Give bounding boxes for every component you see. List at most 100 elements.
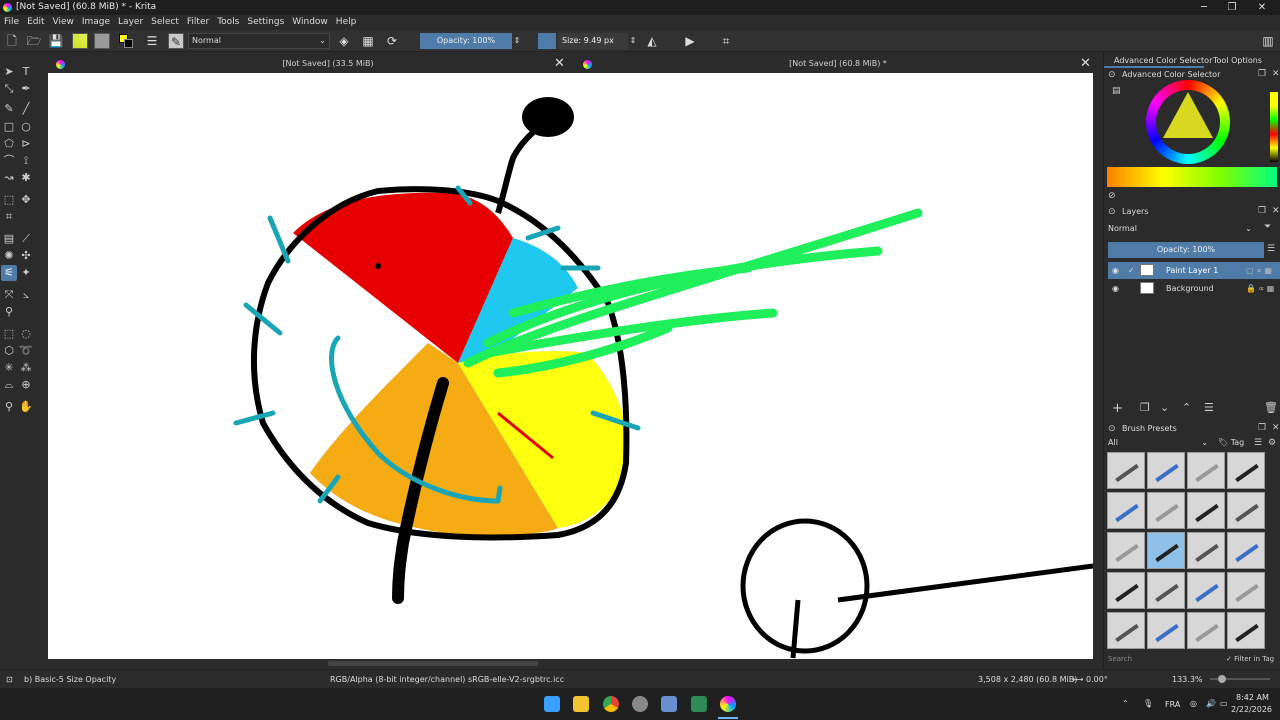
visibility-eye-icon[interactable]: ◉ xyxy=(1112,280,1119,297)
chrome-icon[interactable] xyxy=(603,696,619,712)
brush-view-icon[interactable]: ☰ xyxy=(1254,438,1262,448)
brush-preset-tile[interactable] xyxy=(1107,532,1145,569)
file-explorer-icon[interactable] xyxy=(573,696,589,712)
brush-preset-tile[interactable] xyxy=(1227,572,1265,609)
menu-window[interactable]: Window xyxy=(288,15,332,27)
panel-lock-icon[interactable]: ⊙ xyxy=(1108,70,1116,80)
menu-file[interactable]: File xyxy=(0,15,23,27)
zoom-label[interactable]: 133.3% xyxy=(1172,675,1203,684)
tab-advanced-color-selector[interactable]: Advanced Color Selector xyxy=(1114,56,1212,65)
tray-chevron-icon[interactable]: ⌃ xyxy=(1122,699,1129,708)
color-triangle[interactable] xyxy=(1163,92,1213,138)
text-tool-icon[interactable]: T xyxy=(18,64,34,80)
move-tool-icon[interactable]: ✥ xyxy=(18,192,34,208)
brush-preset-tile[interactable] xyxy=(1147,532,1185,569)
gradient-tool-icon[interactable]: ▤ xyxy=(1,231,17,247)
layer-properties-icon[interactable]: ☰ xyxy=(1204,401,1214,414)
freehand-select-icon[interactable]: ➰ xyxy=(18,343,34,359)
brush-settings-icon[interactable]: ⚙ xyxy=(1268,438,1276,448)
language-indicator[interactable]: FRA xyxy=(1165,700,1180,709)
ellipse-select-icon[interactable]: ◌ xyxy=(18,326,34,342)
rotation-label[interactable]: 0.00° xyxy=(1086,675,1108,684)
similar-select-icon[interactable]: ⁂ xyxy=(18,360,34,376)
tab-tool-options[interactable]: Tool Options xyxy=(1213,56,1262,65)
polygon-tool-icon[interactable]: ⬠ xyxy=(1,136,17,152)
app-icon[interactable] xyxy=(632,696,648,712)
brush-preset-tile[interactable] xyxy=(1187,572,1225,609)
brush-preset-tile[interactable] xyxy=(1227,612,1265,649)
brush-preset-tile[interactable] xyxy=(1107,492,1145,529)
move-up-icon[interactable]: ⌃ xyxy=(1182,401,1191,414)
brush-preset-tile[interactable] xyxy=(1107,572,1145,609)
pan-tool-icon[interactable]: ✋ xyxy=(18,399,34,415)
tag-button[interactable]: 🏷 Tag xyxy=(1218,438,1244,447)
filter-in-tag-checkbox[interactable]: ✓ Filter in Tag xyxy=(1226,655,1274,663)
edit-shapes-icon[interactable]: ⤡ xyxy=(1,81,17,97)
checkbox-icon[interactable]: ✓ xyxy=(1128,262,1135,279)
brush-filter-select[interactable]: All ⌄ xyxy=(1108,438,1210,450)
measure-tool-icon[interactable]: ⤧ xyxy=(1,287,17,303)
menu-edit[interactable]: Edit xyxy=(23,15,48,27)
brush-preset-tile[interactable] xyxy=(1107,612,1145,649)
angle-tool-icon[interactable]: ⦣ xyxy=(18,287,34,303)
menu-settings[interactable]: Settings xyxy=(243,15,288,27)
duplicate-layer-icon[interactable]: ❐ xyxy=(1140,401,1150,414)
mirror-vertical-icon[interactable]: ▶ xyxy=(682,33,698,49)
brush-search-input[interactable]: Search xyxy=(1108,655,1132,663)
close-panel-icon[interactable]: ✕ xyxy=(1272,423,1280,433)
close-panel-icon[interactable]: ✕ xyxy=(1272,206,1280,216)
eraser-icon[interactable]: ◈ xyxy=(336,33,352,49)
color-shades-bar[interactable] xyxy=(1107,167,1277,187)
float-panel-icon[interactable]: ❐ xyxy=(1258,423,1266,433)
polyline-tool-icon[interactable]: ⊳ xyxy=(18,136,34,152)
brush-preset-tile[interactable] xyxy=(1227,532,1265,569)
multibrush-icon[interactable]: ✱ xyxy=(18,170,34,186)
brush-settings-icon[interactable]: ☰ xyxy=(144,33,160,49)
menu-help[interactable]: Help xyxy=(332,15,361,27)
line-tool-icon[interactable]: ╱ xyxy=(18,101,34,117)
clock-time[interactable]: 8:42 AM xyxy=(1236,693,1269,702)
color-picker-icon[interactable]: ⟋ xyxy=(18,231,34,247)
brush-preset-icon[interactable]: ✎ xyxy=(168,33,184,49)
wrap-crop-icon[interactable]: ⌗ xyxy=(718,33,734,49)
menu-select[interactable]: Select xyxy=(147,15,183,27)
freehand-brush-icon[interactable]: ✎ xyxy=(1,101,17,117)
opacity-slider[interactable]: Opacity: 100% xyxy=(420,33,512,49)
close-window-button[interactable]: ✕ xyxy=(1248,0,1276,15)
layers-lock-icon[interactable]: ⊙ xyxy=(1108,207,1116,217)
calligraphy-icon[interactable]: ✒ xyxy=(18,81,34,97)
brush-preset-tile[interactable] xyxy=(1147,492,1185,529)
fg-bg-color-icon[interactable] xyxy=(118,33,134,49)
close-tab-2-icon[interactable]: ✕ xyxy=(1080,56,1091,71)
freehand-path-icon[interactable]: ⟟ xyxy=(18,153,34,169)
layer-opacity-slider[interactable]: Opacity: 100% xyxy=(1108,242,1264,258)
layer-lock-icon[interactable]: 🔒 ∝ ▦ xyxy=(1246,280,1274,297)
brush-preset-tile[interactable] xyxy=(1107,452,1145,489)
menu-tools[interactable]: Tools xyxy=(213,15,243,27)
app-icon[interactable] xyxy=(661,696,677,712)
opacity-spin-icon[interactable]: ⇕ xyxy=(512,33,522,49)
zoom-tool-icon[interactable]: ⚲ xyxy=(1,399,17,415)
network-icon[interactable]: ◎ xyxy=(1190,699,1197,708)
open-document-icon[interactable]: 🗁 xyxy=(26,33,42,49)
brush-preset-tile[interactable] xyxy=(1147,572,1185,609)
bezier-tool-icon[interactable]: ⌒ xyxy=(1,153,17,169)
brush-preset-tile[interactable] xyxy=(1187,452,1225,489)
layer-row-paint-layer-1[interactable]: ◉ ✓ Paint Layer 1 ▢ ∝ ▦ xyxy=(1108,262,1280,279)
pattern-swatch-icon[interactable] xyxy=(94,33,110,49)
brush-preset-tile[interactable] xyxy=(1147,452,1185,489)
clock-date[interactable]: 2/22/2026 xyxy=(1231,705,1272,714)
assistant-tool-icon[interactable]: ⚟ xyxy=(1,265,17,281)
windows-start-icon[interactable] xyxy=(544,696,560,712)
gradient-swatch-icon[interactable] xyxy=(72,33,88,49)
alpha-lock-icon[interactable]: ▦ xyxy=(360,33,376,49)
reference-tool-icon[interactable]: ✦ xyxy=(18,265,34,281)
brush-preset-tile[interactable] xyxy=(1147,612,1185,649)
float-panel-icon[interactable]: ❐ xyxy=(1258,69,1266,79)
polygon-select-icon[interactable]: ⬡ xyxy=(1,343,17,359)
reload-preset-icon[interactable]: ⟳ xyxy=(384,33,400,49)
dynamic-brush-icon[interactable]: ↝ xyxy=(1,170,17,186)
blend-mode-select[interactable]: Normal ⌄ xyxy=(188,33,330,49)
color-history-bar[interactable] xyxy=(1270,92,1278,162)
brush-preset-tile[interactable] xyxy=(1187,532,1225,569)
